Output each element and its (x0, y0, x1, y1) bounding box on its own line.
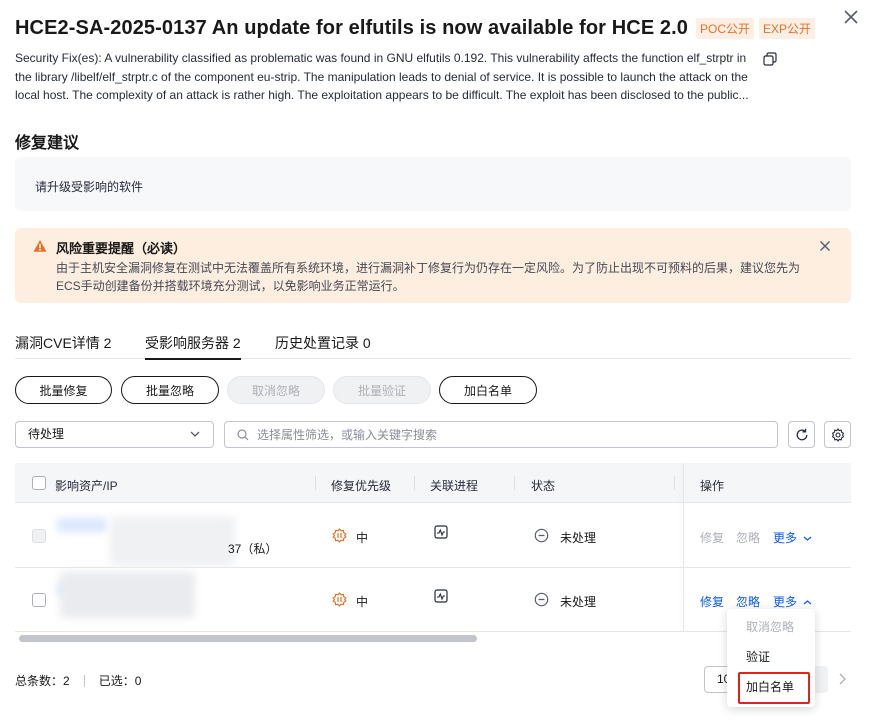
redacted-ip-address (110, 516, 235, 566)
status-unprocessed-icon (534, 592, 549, 607)
ip-suffix-text: 37（私） (228, 542, 278, 556)
chevron-right-icon[interactable] (836, 672, 848, 686)
table-footer: 总条数：2 已选：0 (15, 672, 141, 689)
select-all-checkbox[interactable] (32, 476, 46, 490)
header-priority: 修复优先级 (331, 479, 392, 493)
vulnerability-description: Security Fix(es): A vulnerability classi… (15, 49, 760, 105)
header-asset-ip: 影响资产/IP (55, 479, 118, 493)
more-link[interactable]: 更多 (773, 529, 812, 546)
refresh-icon (796, 428, 807, 440)
description-line: local host. The complexity of an attack … (15, 88, 749, 102)
warning-title: 风险重要提醒（必读） (56, 241, 187, 256)
warning-icon (33, 240, 47, 252)
tab-affected-servers[interactable]: 受影响服务器 2 (145, 333, 241, 360)
header-process: 关联进程 (430, 479, 479, 493)
cancel-ignore-button[interactable]: 取消忽略 (227, 376, 325, 404)
close-icon[interactable] (840, 6, 862, 28)
column-divider (674, 476, 675, 490)
more-label: 更多 (773, 531, 798, 545)
process-icon[interactable] (434, 589, 448, 603)
redacted-ip-address (60, 572, 195, 618)
search-icon (237, 429, 249, 441)
refresh-button[interactable] (788, 421, 815, 448)
warning-body: 由于主机安全漏洞修复在测试中无法覆盖所有系统环境，进行漏洞补丁修复行为仍存在一定… (56, 259, 816, 295)
copy-icon[interactable] (763, 52, 777, 66)
ignore-link[interactable]: 忽略 (736, 593, 760, 610)
fix-advice-heading: 修复建议 (15, 135, 80, 152)
search-box[interactable] (224, 421, 778, 448)
settings-button[interactable] (824, 421, 851, 448)
selected-count: 已选：0 (98, 674, 142, 688)
chevron-up-icon (803, 600, 812, 605)
header-operations: 操作 (700, 479, 725, 493)
chevron-down-icon (190, 431, 200, 437)
header-title-row: HCE2-SA-2025-0137 An update for elfutils… (15, 17, 816, 40)
ignore-link[interactable]: 忽略 (736, 529, 760, 546)
risk-warning-alert: 风险重要提醒（必读） 由于主机安全漏洞修复在测试中无法覆盖所有系统环境，进行漏洞… (15, 228, 851, 303)
status-text: 未处理 (560, 595, 597, 609)
column-divider (414, 476, 415, 490)
priority-medium-icon (332, 528, 347, 543)
process-icon[interactable] (434, 525, 448, 539)
total-count: 总条数：2 (15, 674, 70, 688)
fixed-column-divider (683, 463, 684, 631)
more-label: 更多 (773, 595, 798, 609)
close-warning-icon[interactable] (819, 240, 831, 252)
redacted-asset-name (57, 518, 107, 532)
warning-body-line: 由于主机安全漏洞修复在测试中无法覆盖所有系统环境，进行漏洞补丁修复行为仍存在一定… (56, 261, 801, 275)
table-header: 影响资产/IP 修复优先级 关联进程 状态 操作 (15, 463, 851, 503)
column-divider (514, 476, 515, 490)
description-line: the library /libelf/elf_strptr.c of the … (15, 69, 748, 84)
status-filter-value: 待处理 (28, 427, 65, 441)
row-checkbox[interactable] (32, 529, 46, 543)
menu-item-add-whitelist[interactable]: 加白名单 (727, 673, 815, 701)
header-status: 状态 (531, 479, 556, 493)
fix-link[interactable]: 修复 (700, 593, 724, 610)
table-row: 37（私） 中 未处理 修复 忽略 更多 (15, 504, 851, 568)
footer-divider (83, 674, 85, 687)
fix-advice-text: 请升级受影响的软件 (35, 180, 144, 194)
batch-ignore-button[interactable]: 批量忽略 (121, 376, 219, 404)
chevron-down-icon (803, 536, 812, 541)
priority-text: 中 (356, 531, 369, 545)
page-title: HCE2-SA-2025-0137 An update for elfutils… (15, 17, 689, 39)
table-row: 中 未处理 修复 忽略 更多 (15, 568, 851, 632)
status-filter-select[interactable]: 待处理 (15, 421, 214, 448)
detail-tabs: 漏洞CVE详情 2 受影响服务器 2 历史处置记录 0 (15, 333, 851, 360)
description-line: Security Fix(es): A vulnerability classi… (15, 51, 747, 65)
poc-public-tag: POC公开 (696, 18, 755, 39)
gear-icon (831, 427, 844, 442)
status-text: 未处理 (560, 531, 597, 545)
batch-verify-button[interactable]: 批量验证 (333, 376, 431, 404)
menu-item-verify[interactable]: 验证 (727, 643, 815, 671)
warning-body-line: ECS手动创建备份并搭载环境充分测试，以免影响业务正常运行。 (56, 279, 405, 293)
more-actions-menu: 取消忽略 验证 加白名单 (727, 609, 815, 707)
tab-history-records[interactable]: 历史处置记录 0 (275, 333, 371, 359)
status-unprocessed-icon (534, 528, 549, 543)
priority-text: 中 (356, 595, 369, 609)
tab-cve-details[interactable]: 漏洞CVE详情 2 (15, 333, 111, 359)
batch-fix-button[interactable]: 批量修复 (15, 376, 112, 404)
exp-public-tag: EXP公开 (759, 18, 816, 39)
row-checkbox[interactable] (32, 593, 46, 607)
fix-link[interactable]: 修复 (700, 529, 724, 546)
menu-item-cancel-ignore[interactable]: 取消忽略 (727, 613, 815, 641)
horizontal-scrollbar[interactable] (19, 635, 477, 642)
priority-medium-icon (332, 592, 347, 607)
column-divider (315, 476, 316, 490)
add-whitelist-button[interactable]: 加白名单 (439, 376, 537, 404)
search-input[interactable] (257, 426, 757, 444)
more-link[interactable]: 更多 (773, 593, 812, 610)
fix-advice-box: 请升级受影响的软件 (15, 157, 851, 211)
